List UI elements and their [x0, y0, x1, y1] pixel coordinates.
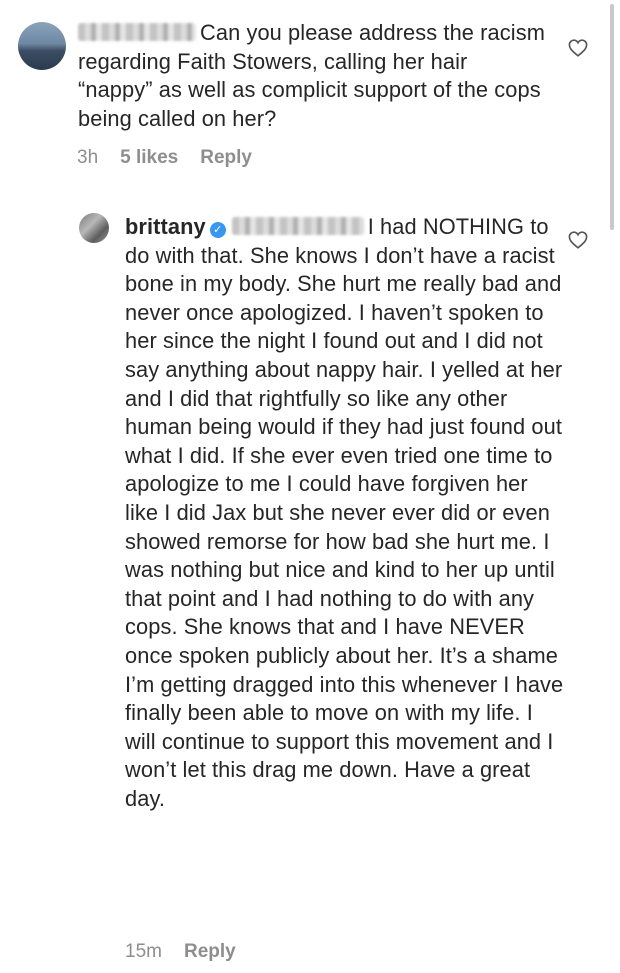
blurred-mention[interactable] — [231, 217, 364, 235]
timestamp: 15m — [125, 941, 162, 962]
comment-meta: 3h 5 likes Reply — [77, 147, 274, 169]
avatar[interactable] — [18, 22, 66, 70]
reply-button[interactable]: Reply — [184, 941, 236, 962]
scrollbar[interactable] — [610, 4, 614, 230]
comment-body: Can you please address the racism regard… — [78, 19, 548, 133]
comment-meta: 15m Reply — [125, 941, 258, 963]
blurred-username[interactable] — [78, 23, 196, 41]
heart-icon[interactable] — [568, 231, 588, 249]
verified-badge-icon: ✓ — [209, 222, 226, 238]
timestamp: 3h — [77, 147, 99, 168]
comment-text: I had NOTHING to do with that. She knows… — [125, 214, 564, 811]
reply-button[interactable]: Reply — [200, 147, 252, 168]
likes-count[interactable]: 5 likes — [120, 147, 178, 168]
avatar[interactable] — [79, 213, 109, 243]
comment-body: brittany ✓ I had NOTHING to do with that. … — [125, 213, 565, 813]
heart-icon[interactable] — [568, 39, 588, 57]
username[interactable]: brittany — [125, 214, 206, 239]
